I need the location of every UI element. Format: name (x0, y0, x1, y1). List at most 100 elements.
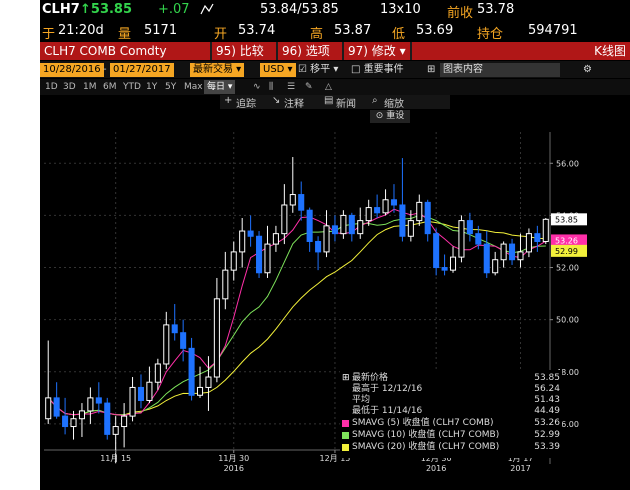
candle-body (264, 243, 271, 274)
legend-item-last: ⊞ 最新价格 53.85 (342, 373, 560, 383)
compare-button[interactable]: 95) 比较 (212, 42, 276, 60)
candle-body (213, 298, 220, 378)
date-separator: - (103, 64, 107, 75)
crosshair-icon[interactable]: + (224, 95, 232, 106)
candle-body (492, 259, 499, 274)
y-tick-label: 50.00 (556, 316, 579, 325)
candle-chart-icon[interactable]: ⫼ (266, 80, 276, 94)
currency-select[interactable]: USD ▾ (260, 63, 296, 77)
start-date-input[interactable]: 10/28/2016 (40, 63, 104, 77)
line-chart-icon[interactable]: ∿ (250, 80, 264, 94)
zoom-button[interactable]: 缩放 (384, 95, 404, 110)
price-mode-select[interactable]: 最新交易 ▾ (190, 63, 245, 77)
table-icon[interactable]: ☰ (284, 80, 298, 94)
smooth-checkbox[interactable]: ☑ 移平 ▾ (295, 63, 341, 77)
legend-item-ma10: SMAVG (10) 收盘值 (CLH7 COMB) 52.99 (342, 430, 560, 441)
tab-1y[interactable]: 1Y (143, 80, 160, 94)
candle-body (188, 347, 195, 396)
legend-item-ma20: SMAVG (20) 收盘值 (CLH7 COMB) 53.39 (342, 442, 560, 453)
gear-icon[interactable]: ⚙ (580, 63, 595, 77)
candle-body (424, 201, 431, 235)
tab-ytd[interactable]: YTD (120, 80, 144, 94)
sparkline-icon (200, 2, 216, 20)
chart-content-button[interactable]: 图表内容 (440, 63, 560, 77)
candle-body (87, 397, 94, 412)
news-icon[interactable]: ▤ (324, 95, 333, 106)
open-interest-label: 持仓 (477, 27, 504, 42)
candle-body (348, 214, 355, 235)
tab-6m[interactable]: 6M (100, 80, 120, 94)
candle-body (323, 225, 330, 253)
candle-body (146, 381, 153, 401)
table-toggle-icon[interactable]: ⊞ (424, 63, 438, 77)
bid-ask-size: 13x10 (380, 2, 421, 17)
candle-body (272, 233, 279, 245)
candle-body (45, 397, 52, 420)
period-tabs: 1D 3D 1M 6M YTD 1Y 5Y Max 每日 ▾ ∿ ⫼ ☰ ✎ △ (40, 79, 630, 95)
candle-body (374, 207, 381, 214)
candle-body (357, 220, 364, 235)
candle-body (78, 410, 85, 420)
candle-body (517, 251, 524, 261)
tab-max[interactable]: Max (181, 80, 206, 94)
events-checkbox[interactable]: □ 重要事件 (348, 63, 407, 77)
candle-body (205, 376, 212, 388)
news-button[interactable]: 新闻 (336, 95, 356, 110)
candle-body (70, 418, 77, 428)
time-value: 21:20d (58, 23, 104, 38)
candle-body (53, 397, 60, 417)
end-date-input[interactable]: 01/27/2017 (110, 63, 174, 77)
tab-3d[interactable]: 3D (60, 80, 79, 94)
open-value: 53.74 (238, 23, 276, 38)
candle-body (163, 324, 170, 365)
low-value: 53.69 (416, 23, 454, 38)
candle-body (331, 225, 338, 235)
security-field[interactable]: CLH7 COMB Comdty (40, 42, 210, 60)
annotate-button[interactable]: 注释 (284, 95, 304, 110)
chart-legend: ⊞ 最新价格 53.85 最高于 12/12/16 56.24 平均 51.43… (340, 370, 562, 458)
candle-body (390, 199, 398, 206)
shapes-icon[interactable]: △ (322, 80, 335, 94)
ma-tag: 52.99 (555, 247, 578, 256)
tab-1m[interactable]: 1M (80, 80, 100, 94)
legend-item-low: 最低于 11/14/16 44.49 (352, 406, 560, 416)
candle-body (306, 209, 313, 242)
track-button[interactable]: 追踪 (236, 95, 256, 110)
candle-body (154, 363, 161, 383)
options-menu[interactable]: 96) 选项 ▾ (278, 42, 342, 76)
tab-daily[interactable]: 每日 ▾ (204, 80, 236, 94)
candle-body (95, 397, 102, 404)
candle-body (171, 324, 178, 334)
legend-item-high: 最高于 12/12/16 56.24 (352, 384, 560, 394)
reset-button[interactable]: ⊙ 重设 (370, 110, 410, 123)
tab-1d[interactable]: 1D (42, 80, 61, 94)
candle-body (365, 207, 372, 222)
candle-body (534, 233, 541, 242)
pencil-icon[interactable]: ✎ (302, 80, 316, 94)
x-year-label: 2016 (224, 464, 244, 473)
candle-body (399, 204, 406, 237)
tab-5y[interactable]: 5Y (162, 80, 179, 94)
prev-close-value: 53.78 (477, 2, 515, 17)
candle-body (483, 243, 490, 274)
date-filter-bar: 10/28/2016 - 01/27/2017 最新交易 ▾ USD ▾ ☑ 移… (40, 61, 630, 78)
price-tags: 53.85 53.26 52.99 (551, 213, 587, 257)
candle-body (247, 230, 254, 237)
quote-row-2: 于 21:20d 量 5171 开 53.74 高 53.87 低 53.69 … (40, 21, 630, 42)
candle-body (222, 269, 229, 300)
x-year-label: 2016 (426, 464, 446, 473)
candle-body (62, 415, 69, 428)
x-year-label: 2017 (510, 464, 530, 473)
net-change: +.07 (158, 2, 190, 17)
candle-body (433, 233, 440, 269)
candle-body (340, 214, 347, 235)
low-label: 低 (392, 27, 406, 42)
ma5-tag: 53.26 (555, 236, 578, 245)
chart-type-label: K线图 (412, 42, 630, 60)
candle-body (289, 194, 296, 206)
annotate-icon[interactable]: ↘ (272, 95, 280, 106)
candle-body (315, 240, 322, 253)
zoom-icon[interactable]: ⌕ (372, 95, 378, 106)
edit-menu[interactable]: 97) 修改 ▾ (344, 42, 410, 60)
ticker[interactable]: CLH7 (42, 2, 80, 17)
